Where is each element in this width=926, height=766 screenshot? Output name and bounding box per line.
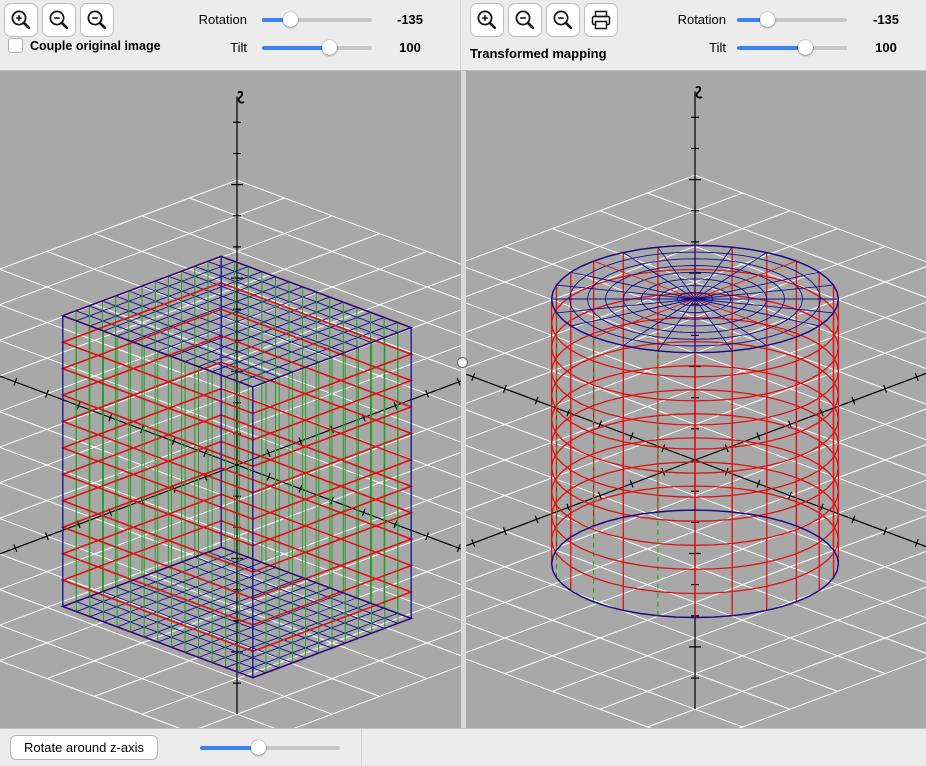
application-window: Couple original image Rotation -135 Tilt… [0,0,926,766]
slider-thumb[interactable] [283,12,298,27]
zoom-out-2-button[interactable] [546,3,580,37]
zoom-in-icon [475,8,499,32]
zoom-in-button[interactable] [470,3,504,37]
rotate-z-axis-button[interactable]: Rotate around z-axis [10,735,158,760]
tilt-value: 100 [861,36,911,60]
panel-title: Transformed mapping [470,46,607,61]
rotation-label: Rotation [626,8,726,32]
right-toolbar: Transformed mapping Rotation -135 Tilt 1… [461,0,926,71]
bottom-bar-divider [361,729,362,766]
zoom-out-icon [513,8,537,32]
couple-checkbox[interactable] [8,38,23,53]
tilt-slider[interactable] [262,36,372,60]
left-zoom-buttons [4,3,114,37]
zoom-out-button[interactable] [42,3,76,37]
zoom-out-icon [47,8,71,32]
zoom-out-button[interactable] [508,3,542,37]
right-zoom-buttons [470,3,618,37]
zoom-out-icon [85,8,109,32]
print-button[interactable] [584,3,618,37]
slider-fill [200,746,259,750]
zoom-in-button[interactable] [4,3,38,37]
original-3d-view[interactable] [0,71,461,728]
zoom-in-icon [9,8,33,32]
slider-fill [262,46,330,50]
couple-checkbox-label: Couple original image [30,39,161,53]
divider-handle[interactable] [457,357,468,368]
slider-thumb[interactable] [322,40,337,55]
tilt-label: Tilt [160,36,247,60]
rotation-value: -135 [861,8,911,32]
rotation-value: -135 [385,8,435,32]
left-toolbar: Couple original image Rotation -135 Tilt… [0,0,461,71]
tilt-slider[interactable] [737,36,847,60]
couple-checkbox-row: Couple original image [8,38,161,53]
slider-thumb[interactable] [251,740,266,755]
tilt-label: Tilt [626,36,726,60]
panel-divider[interactable] [461,71,466,728]
bottom-bar: Rotate around z-axis [0,728,926,766]
slider-thumb[interactable] [760,12,775,27]
rotation-slider[interactable] [737,8,847,32]
z-rotation-slider[interactable] [200,736,340,760]
print-icon [589,8,613,32]
rotation-slider[interactable] [262,8,372,32]
tilt-value: 100 [385,36,435,60]
zoom-out-icon [551,8,575,32]
slider-fill [737,46,806,50]
slider-thumb[interactable] [798,40,813,55]
rotation-label: Rotation [160,8,247,32]
transformed-3d-view[interactable] [466,71,926,728]
zoom-out-2-button[interactable] [80,3,114,37]
